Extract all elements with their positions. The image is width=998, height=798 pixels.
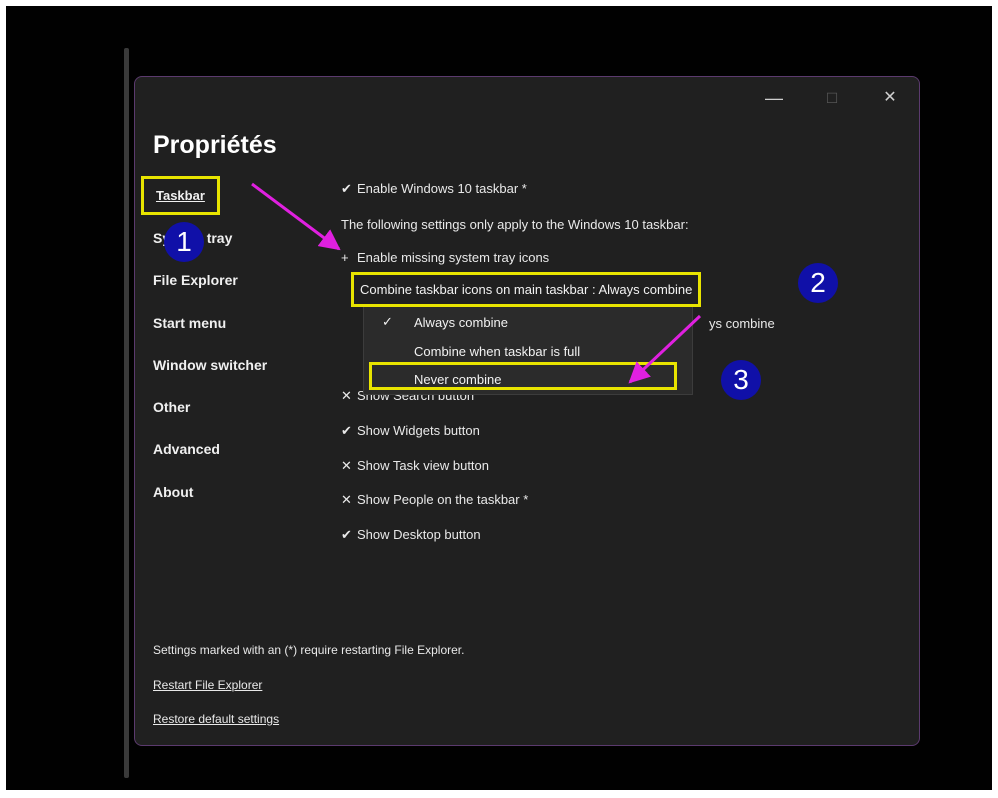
annotation-arrows xyxy=(251,182,702,384)
arrow-2-to-never-combine xyxy=(628,314,702,384)
step-badge-2: 2 xyxy=(798,263,838,303)
arrow-1-to-tray-icons xyxy=(251,182,341,251)
step-badge-3: 3 xyxy=(721,360,761,400)
step-badge-1: 1 xyxy=(164,222,204,262)
